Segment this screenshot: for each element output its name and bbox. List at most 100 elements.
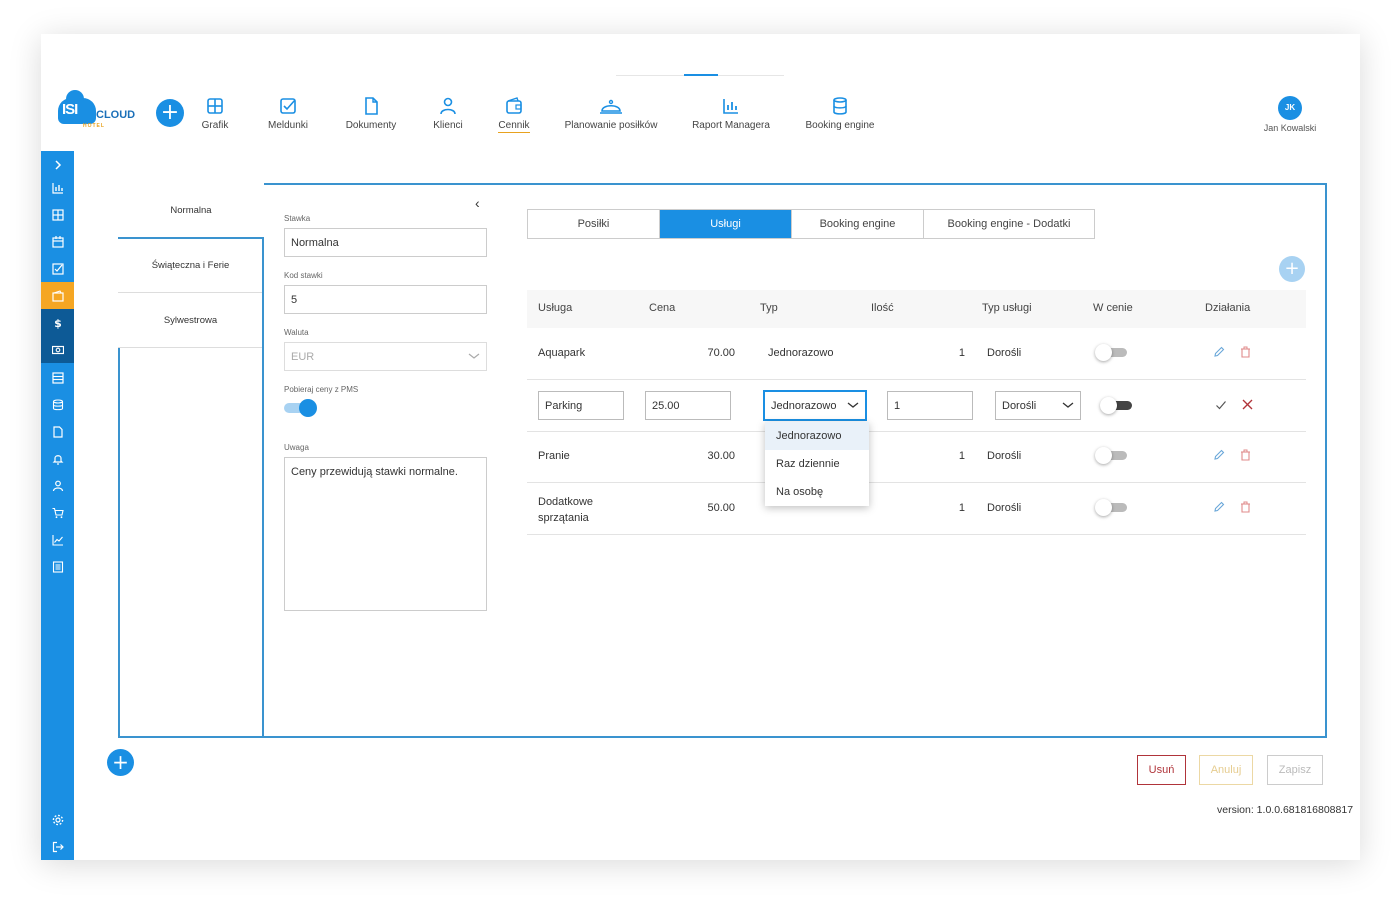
sidebar-item-notes[interactable] bbox=[41, 553, 74, 580]
database-icon bbox=[52, 398, 63, 410]
toggle-knob bbox=[1095, 499, 1112, 516]
sidebar-item-cennik[interactable] bbox=[41, 282, 74, 309]
collapse-icon[interactable]: ‹ bbox=[475, 195, 480, 211]
w-cenie-toggle[interactable] bbox=[1095, 447, 1129, 464]
rate-tab-sylwestrowa[interactable]: Sylwestrowa bbox=[118, 293, 264, 348]
rate-tab-normalna[interactable]: Normalna bbox=[118, 183, 264, 238]
document-icon bbox=[365, 97, 378, 115]
sidebar-item-payments[interactable] bbox=[41, 336, 74, 363]
dropdown-option-raz-dziennie[interactable]: Raz dziennie bbox=[765, 450, 869, 478]
cell-typ-uslugi: Dorośli bbox=[987, 450, 1022, 462]
trash-icon[interactable] bbox=[1240, 501, 1251, 513]
sidebar-item-logout[interactable] bbox=[41, 833, 74, 860]
th-typ-uslugi: Typ usługi bbox=[982, 302, 1032, 314]
dropdown-option-jednorazowo[interactable]: Jednorazowo bbox=[765, 422, 869, 450]
tab-uslugi[interactable]: Usługi bbox=[660, 210, 792, 238]
sidebar-item-statistics[interactable] bbox=[41, 174, 74, 201]
add-button[interactable]: + bbox=[156, 99, 184, 127]
sidebar-item-documents[interactable] bbox=[41, 418, 74, 445]
w-cenie-toggle[interactable] bbox=[1095, 344, 1129, 361]
trash-icon[interactable] bbox=[1240, 346, 1251, 358]
sidebar-item-database[interactable] bbox=[41, 391, 74, 418]
app-window: ISI CLOUD HOTEL + Grafik Meldunki Dokume… bbox=[41, 34, 1360, 860]
kod-stawki-input[interactable]: 5 bbox=[284, 285, 487, 314]
typ-uslugi-select[interactable]: Dorośli bbox=[995, 391, 1081, 420]
nav-item-meldunki[interactable]: Meldunki bbox=[263, 96, 313, 131]
sidebar-item-grafik[interactable] bbox=[41, 201, 74, 228]
pms-toggle[interactable] bbox=[284, 399, 317, 417]
sidebar-item-shop[interactable] bbox=[41, 499, 74, 526]
nav-item-grafik[interactable]: Grafik bbox=[194, 96, 236, 131]
cancel-button[interactable]: Anuluj bbox=[1199, 755, 1253, 785]
nav-item-raport-managera[interactable]: Raport Managera bbox=[689, 96, 773, 131]
tab-border bbox=[262, 237, 264, 738]
cell-ilosc: 1 bbox=[958, 347, 965, 359]
typ-select-value: Jednorazowo bbox=[771, 400, 837, 412]
grid-icon bbox=[51, 208, 64, 221]
document-icon bbox=[52, 425, 63, 438]
nav-label: Cennik bbox=[498, 120, 530, 133]
cloche-icon bbox=[600, 99, 622, 114]
th-ilosc: Ilość bbox=[871, 302, 894, 314]
sidebar-item-calendar[interactable] bbox=[41, 228, 74, 255]
chevron-down-icon bbox=[468, 353, 480, 359]
bell-icon bbox=[52, 454, 63, 465]
usluga-input[interactable]: Parking bbox=[538, 391, 624, 420]
edit-icon[interactable] bbox=[1213, 501, 1225, 513]
cena-input[interactable]: 25.00 bbox=[645, 391, 731, 420]
sidebar-item-currency[interactable]: $ bbox=[41, 309, 74, 336]
stawka-input[interactable]: Normalna bbox=[284, 228, 487, 257]
w-cenie-toggle[interactable] bbox=[1095, 499, 1129, 516]
nav-item-planowanie-posilkow[interactable]: Planowanie posiłków bbox=[561, 96, 661, 131]
logout-icon bbox=[52, 841, 64, 852]
tab-booking-engine-dodatki[interactable]: Booking engine - Dodatki bbox=[924, 210, 1094, 238]
sidebar-item-list[interactable] bbox=[41, 364, 74, 391]
add-service-button[interactable]: + bbox=[1279, 256, 1305, 282]
edit-icon[interactable] bbox=[1213, 449, 1225, 461]
save-button[interactable]: Zapisz bbox=[1267, 755, 1323, 785]
th-typ: Typ bbox=[760, 302, 778, 314]
sidebar-item-reports[interactable] bbox=[41, 526, 74, 553]
cell-ilosc: 1 bbox=[958, 450, 965, 462]
w-cenie-toggle[interactable] bbox=[1100, 397, 1134, 414]
sidebar-item-settings[interactable] bbox=[41, 806, 74, 833]
delete-button[interactable]: Usuń bbox=[1137, 755, 1186, 785]
nav-item-booking-engine[interactable]: Booking engine bbox=[803, 96, 877, 131]
settings-icon bbox=[52, 814, 63, 825]
typ-uslugi-value: Dorośli bbox=[1002, 400, 1037, 412]
sidebar-item-clients[interactable] bbox=[41, 472, 74, 499]
database-icon bbox=[833, 97, 847, 115]
ilosc-input[interactable]: 1 bbox=[887, 391, 973, 420]
typ-select[interactable]: Jednorazowo bbox=[764, 391, 866, 420]
th-cena: Cena bbox=[649, 302, 676, 314]
nav-item-cennik[interactable]: Cennik bbox=[495, 96, 533, 133]
cell-usluga: Pranie bbox=[538, 450, 570, 462]
add-rate-button[interactable]: + bbox=[107, 749, 134, 776]
avatar[interactable]: JK bbox=[1278, 96, 1302, 120]
uwaga-textarea[interactable]: Ceny przewidują stawki normalne. bbox=[284, 457, 487, 611]
nav-item-dokumenty[interactable]: Dokumenty bbox=[341, 96, 401, 131]
edit-icon[interactable] bbox=[1213, 346, 1225, 358]
sidebar-item-notifications[interactable] bbox=[41, 445, 74, 472]
rate-tab-swiateczna[interactable]: Świąteczna i Ferie bbox=[118, 238, 264, 293]
tab-posilki[interactable]: Posiłki bbox=[528, 210, 660, 238]
person-icon bbox=[440, 97, 456, 115]
checkbox-icon bbox=[51, 262, 64, 275]
cell-usluga: Aquapark bbox=[538, 347, 586, 359]
table-header: Usługa Cena Typ Ilość Typ usługi W cenie… bbox=[527, 290, 1306, 328]
check-icon[interactable] bbox=[1215, 399, 1227, 411]
trash-icon[interactable] bbox=[1240, 449, 1251, 461]
chevron-right-icon bbox=[54, 159, 61, 170]
dropdown-option-na-osobe[interactable]: Na osobę bbox=[765, 478, 869, 506]
close-icon[interactable] bbox=[1242, 399, 1253, 410]
sidebar-item-meldunki[interactable] bbox=[41, 255, 74, 282]
toggle-knob bbox=[299, 399, 317, 417]
tab-booking-engine[interactable]: Booking engine bbox=[792, 210, 924, 238]
toggle-knob bbox=[1100, 397, 1117, 414]
logo[interactable]: ISI CLOUD HOTEL bbox=[58, 90, 135, 132]
dollar-icon: $ bbox=[54, 317, 62, 329]
nav-item-klienci[interactable]: Klienci bbox=[430, 96, 466, 131]
pms-label: Pobieraj ceny z PMS bbox=[284, 385, 359, 394]
th-usluga: Usługa bbox=[538, 302, 573, 314]
user-menu[interactable]: JK Jan Kowalski bbox=[1260, 96, 1320, 133]
